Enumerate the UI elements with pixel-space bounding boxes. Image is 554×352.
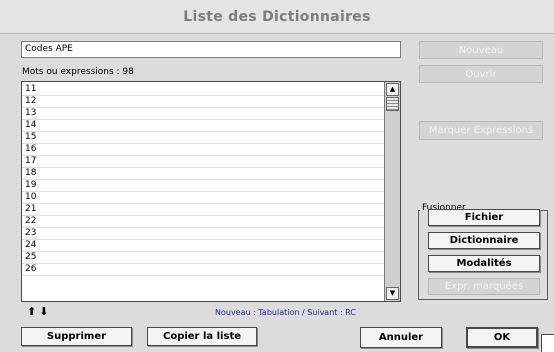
supprimer-button[interactable]: Supprimer (21, 327, 132, 346)
scroll-down-arrow-icon[interactable]: ▼ (386, 287, 399, 300)
nouveau-button[interactable]: Nouveau (419, 41, 543, 59)
keyboard-hint: Nouveau : Tabulation / Suivant : RC (215, 308, 356, 317)
list-item[interactable]: 26 (22, 264, 384, 276)
window-title: Liste des Dictionnaires (183, 8, 371, 25)
expr-marquees-button[interactable]: Expr. marquées (428, 278, 540, 295)
list-item[interactable]: 24 (22, 240, 384, 252)
marquer-expressions-button[interactable]: Marquer Expressions (419, 121, 543, 140)
ok-button[interactable]: OK (466, 327, 538, 348)
list-item[interactable]: 18 (22, 168, 384, 180)
annuler-button[interactable]: Annuler (360, 327, 442, 348)
list-item[interactable]: 21 (22, 204, 384, 216)
dictionnaire-button[interactable]: Dictionnaire (428, 232, 540, 249)
list-item[interactable]: 10 (22, 192, 384, 204)
modalites-button[interactable]: Modalités (428, 255, 540, 272)
fichier-button[interactable]: Fichier (428, 209, 540, 226)
list-item[interactable]: 12 (22, 96, 384, 108)
scroll-up-arrow-icon[interactable]: ▲ (386, 83, 399, 96)
list-item[interactable]: 23 (22, 228, 384, 240)
copier-la-liste-button[interactable]: Copier la liste (147, 327, 257, 346)
list-item[interactable]: 11 (22, 84, 384, 96)
ouvrir-button[interactable]: Ouvrir (419, 65, 543, 83)
entries-rows: 11 12 13 14 15 16 17 18 19 10 21 22 23 24 25 26 (22, 84, 384, 276)
list-item[interactable]: 25 (22, 252, 384, 264)
title-bar: Liste des Dictionnaires (0, 0, 554, 34)
entries-count-label: Mots ou expressions : 98 (22, 67, 134, 77)
up-down-arrows-icon: ⬆⬇ (27, 305, 52, 318)
list-item[interactable]: 17 (22, 156, 384, 168)
list-item[interactable]: 16 (22, 144, 384, 156)
entries-list[interactable]: 11 12 13 14 15 16 17 18 19 10 21 22 23 24 25 26 ▲ ▼ (21, 81, 401, 302)
vertical-scrollbar[interactable]: ▲ ▼ (384, 82, 400, 301)
list-item[interactable]: 22 (22, 216, 384, 228)
list-item[interactable]: 14 (22, 120, 384, 132)
resize-box[interactable] (541, 334, 554, 352)
list-item[interactable]: 13 (22, 108, 384, 120)
list-item[interactable]: 15 (22, 132, 384, 144)
list-item[interactable]: 19 (22, 180, 384, 192)
dictionary-name-field[interactable]: Codes APE (21, 41, 401, 58)
scroll-thumb[interactable] (386, 97, 399, 111)
